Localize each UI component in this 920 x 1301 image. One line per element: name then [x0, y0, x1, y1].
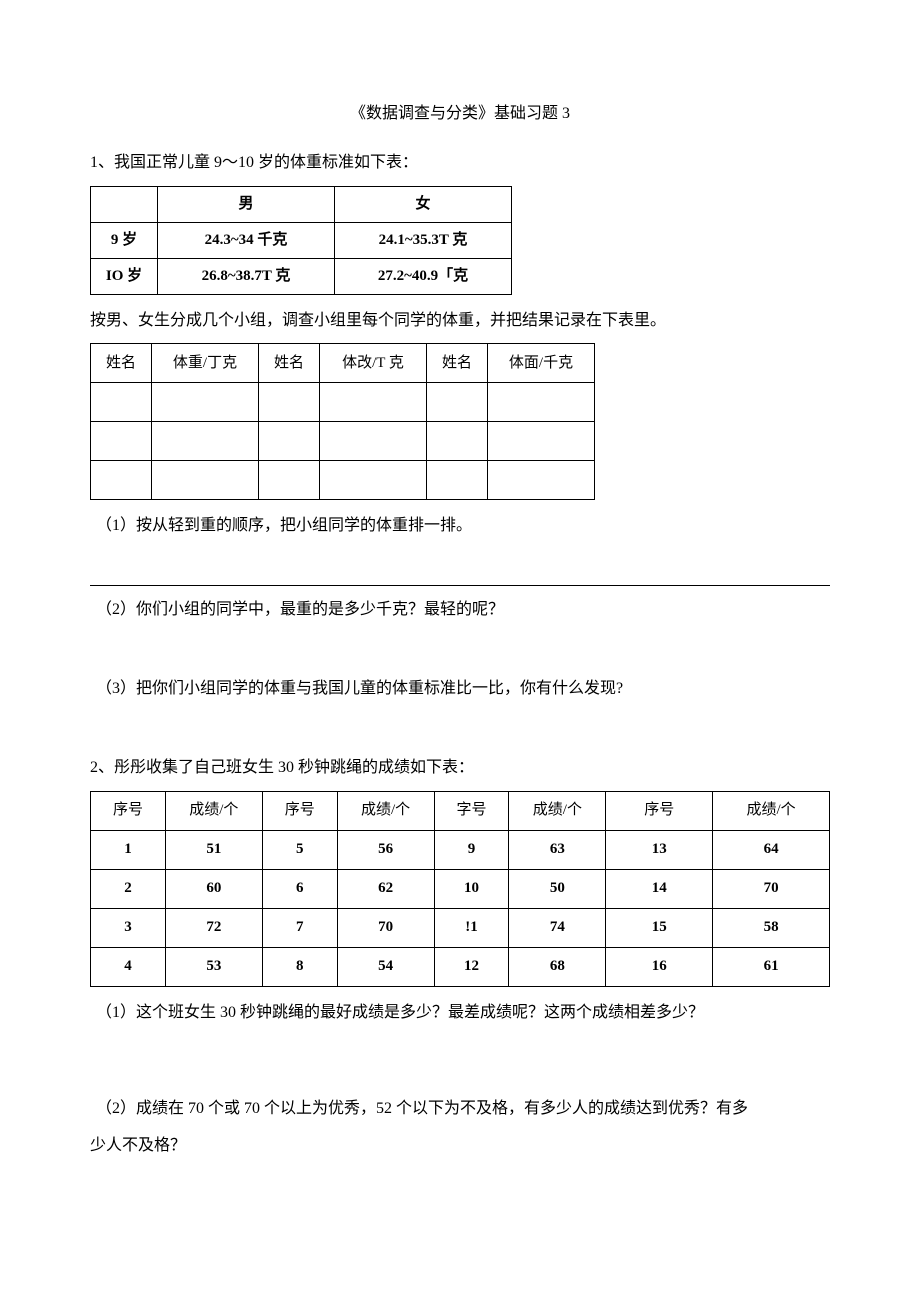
table-cell: 7 — [262, 908, 337, 947]
table-cell: 64 — [713, 830, 830, 869]
q1-sub3: （3）把你们小组同学的体重与我国儿童的体重标准比一比，你有什么发现? — [90, 675, 830, 704]
table-row: 3 72 7 70 !1 74 15 58 — [91, 908, 830, 947]
table-row — [91, 422, 595, 461]
table-cell: IO 岁 — [91, 258, 158, 294]
table-row — [91, 461, 595, 500]
q1-intro: 1、我国正常儿童 9～10 岁的体重标准如下表： — [90, 149, 830, 178]
table-cell: 74 — [509, 908, 606, 947]
q1-instruction: 按男、女生分成几个小组，调查小组里每个同学的体重，并把结果记录在下表里。 — [90, 307, 830, 336]
table-cell: 2 — [91, 869, 166, 908]
table-cell: 女 — [335, 186, 512, 222]
q2-score-table: 序号 成绩/个 序号 成绩/个 字号 成绩/个 序号 成绩/个 1 51 5 5… — [90, 791, 830, 987]
table-row: 1 51 5 56 9 63 13 64 — [91, 830, 830, 869]
q2-sub2-line2: 少人不及格？ — [90, 1132, 830, 1161]
table-cell: 6 — [262, 869, 337, 908]
table-cell: !1 — [434, 908, 509, 947]
table-cell: 5 — [262, 830, 337, 869]
table-cell: 9 岁 — [91, 222, 158, 258]
table-cell: 26.8~38.7T 克 — [158, 258, 335, 294]
table-cell: 68 — [509, 947, 606, 986]
table-cell: 53 — [165, 947, 262, 986]
table-header: 姓名 — [259, 344, 320, 383]
q2-intro: 2、彤彤收集了自己班女生 30 秒钟跳绳的成绩如下表： — [90, 754, 830, 783]
table-cell: 61 — [713, 947, 830, 986]
table-cell: 8 — [262, 947, 337, 986]
table-cell: 62 — [337, 869, 434, 908]
table-header: 成绩/个 — [509, 791, 606, 830]
table-header: 体重/丁克 — [152, 344, 259, 383]
q2-sub1: （1）这个班女生 30 秒钟跳绳的最好成绩是多少？最差成绩呢？这两个成绩相差多少… — [90, 999, 830, 1028]
table-header: 成绩/个 — [337, 791, 434, 830]
table-cell: 4 — [91, 947, 166, 986]
table-cell: 72 — [165, 908, 262, 947]
table-header: 成绩/个 — [165, 791, 262, 830]
page-title: 《数据调查与分类》基础习题 3 — [90, 100, 830, 129]
table-cell: 1 — [91, 830, 166, 869]
table-cell: 24.3~34 千克 — [158, 222, 335, 258]
table-cell: 24.1~35.3T 克 — [335, 222, 512, 258]
table-header: 成绩/个 — [713, 791, 830, 830]
table-header: 体改/T 克 — [320, 344, 427, 383]
table-row — [91, 383, 595, 422]
table-cell: 70 — [713, 869, 830, 908]
table-cell: 58 — [713, 908, 830, 947]
table-cell: 12 — [434, 947, 509, 986]
table-cell: 13 — [606, 830, 713, 869]
table-cell: 15 — [606, 908, 713, 947]
table-cell: 27.2~40.9「克 — [335, 258, 512, 294]
divider — [90, 585, 830, 586]
table-cell — [91, 186, 158, 222]
table-cell: 56 — [337, 830, 434, 869]
table-header: 姓名 — [427, 344, 488, 383]
table-header: 序号 — [91, 791, 166, 830]
q2-sub2-line1: （2）成绩在 70 个或 70 个以上为优秀，52 个以下为不及格，有多少人的成… — [90, 1095, 830, 1124]
table-cell: 男 — [158, 186, 335, 222]
table-header: 序号 — [606, 791, 713, 830]
table-cell: 10 — [434, 869, 509, 908]
table-cell: 3 — [91, 908, 166, 947]
q1-sub1: （1）按从轻到重的顺序，把小组同学的体重排一排。 — [90, 512, 830, 541]
q1-sub2: （2）你们小组的同学中，最重的是多少千克？最轻的呢？ — [90, 596, 830, 625]
table-cell: 14 — [606, 869, 713, 908]
table-header: 字号 — [434, 791, 509, 830]
q1-standard-table: 男 女 9 岁 24.3~34 千克 24.1~35.3T 克 IO 岁 26.… — [90, 186, 512, 295]
table-header: 姓名 — [91, 344, 152, 383]
table-cell: 54 — [337, 947, 434, 986]
table-header: 体面/千克 — [488, 344, 595, 383]
table-cell: 16 — [606, 947, 713, 986]
table-cell: 60 — [165, 869, 262, 908]
table-row: 2 60 6 62 10 50 14 70 — [91, 869, 830, 908]
table-cell: 63 — [509, 830, 606, 869]
table-row: 4 53 8 54 12 68 16 61 — [91, 947, 830, 986]
table-header: 序号 — [262, 791, 337, 830]
table-cell: 50 — [509, 869, 606, 908]
table-cell: 9 — [434, 830, 509, 869]
table-cell: 51 — [165, 830, 262, 869]
table-cell: 70 — [337, 908, 434, 947]
q1-blank-table: 姓名 体重/丁克 姓名 体改/T 克 姓名 体面/千克 — [90, 343, 595, 500]
